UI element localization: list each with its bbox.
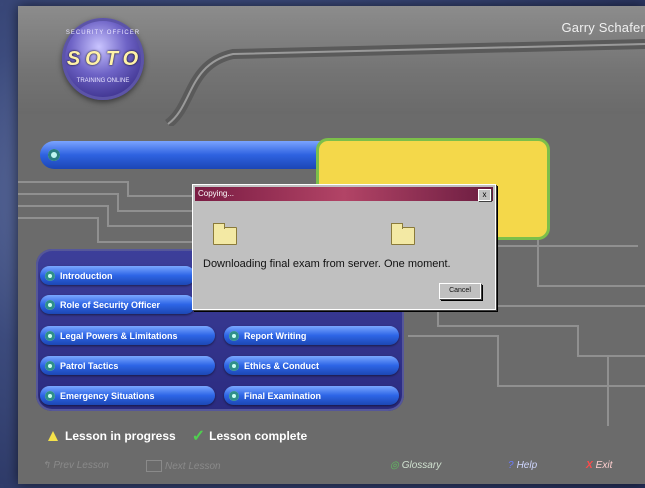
bullet-icon [45, 299, 55, 310]
bullet-icon [229, 390, 239, 401]
next-lesson-label: Next Lesson [165, 460, 221, 472]
dialog-message: Downloading final exam from server. One … [203, 258, 451, 270]
footer-nav: ↰ Prev Lesson Next Lesson ◎ Glossary ? H… [18, 454, 645, 484]
lesson-label: Role of Security Officer [60, 299, 161, 310]
lesson-label: Introduction [60, 270, 113, 281]
exit-label: Exit [595, 460, 613, 471]
lesson-label: Report Writing [244, 330, 307, 341]
copying-dialog: Copying... x Downloading final exam from… [192, 184, 496, 310]
progress-bar [40, 141, 330, 169]
glossary-label: Glossary [401, 460, 442, 471]
next-lesson-button[interactable]: Next Lesson [146, 460, 221, 472]
dialog-close-button[interactable]: x [478, 189, 491, 201]
glossary-button[interactable]: ◎ Glossary [390, 460, 441, 471]
prev-lesson-label: Prev Lesson [53, 460, 109, 471]
lesson-label: Emergency Situations [60, 390, 155, 401]
in-progress-triangle-icon [48, 431, 58, 441]
legend-complete: Lesson complete [209, 429, 308, 443]
bullet-icon [45, 390, 55, 401]
lesson-introduction-button[interactable]: Introduction [40, 266, 195, 285]
lesson-label: Ethics & Conduct [244, 360, 320, 371]
bullet-icon [45, 270, 55, 281]
lesson-emergency-button[interactable]: Emergency Situations [40, 386, 215, 405]
complete-checkmark-icon: ✓ [191, 428, 206, 445]
lesson-patrol-button[interactable]: Patrol Tactics [40, 356, 215, 375]
bullet-icon [45, 360, 55, 371]
exit-x-icon: X [586, 460, 593, 471]
bullet-icon [229, 360, 239, 371]
prev-arrow-icon: ↰ [42, 460, 51, 471]
glossary-icon: ◎ [390, 460, 399, 471]
next-lesson-box-icon [146, 460, 162, 472]
help-button[interactable]: ? Help [508, 460, 537, 471]
app-window: SECURITY OFFICER SOTO TRAINING ONLINE Ga… [18, 6, 645, 484]
lesson-role-button[interactable]: Role of Security Officer [40, 295, 195, 314]
progress-dot-icon [48, 149, 60, 161]
lesson-final-exam-button[interactable]: Final Examination [224, 386, 399, 405]
cancel-button[interactable]: Cancel [439, 283, 481, 299]
prev-lesson-button[interactable]: ↰ Prev Lesson [42, 460, 109, 471]
lesson-legal-button[interactable]: Legal Powers & Limitations [40, 326, 215, 345]
destination-folder-icon [391, 223, 415, 245]
exit-button[interactable]: X Exit [586, 460, 612, 471]
bullet-icon [45, 330, 55, 341]
bullet-icon [229, 330, 239, 341]
dialog-title: Copying... [198, 189, 235, 198]
help-icon: ? [508, 460, 514, 471]
lesson-legend: Lesson in progress ✓ Lesson complete [48, 426, 307, 446]
dialog-title-bar: Copying... x [195, 187, 493, 201]
help-label: Help [516, 460, 538, 471]
source-folder-icon [213, 223, 237, 245]
lesson-ethics-button[interactable]: Ethics & Conduct [224, 356, 399, 375]
legend-in-progress: Lesson in progress [65, 429, 176, 443]
lesson-label: Patrol Tactics [60, 360, 119, 371]
lesson-label: Legal Powers & Limitations [60, 330, 178, 341]
lesson-report-button[interactable]: Report Writing [224, 326, 399, 345]
lesson-label: Final Examination [244, 390, 322, 401]
